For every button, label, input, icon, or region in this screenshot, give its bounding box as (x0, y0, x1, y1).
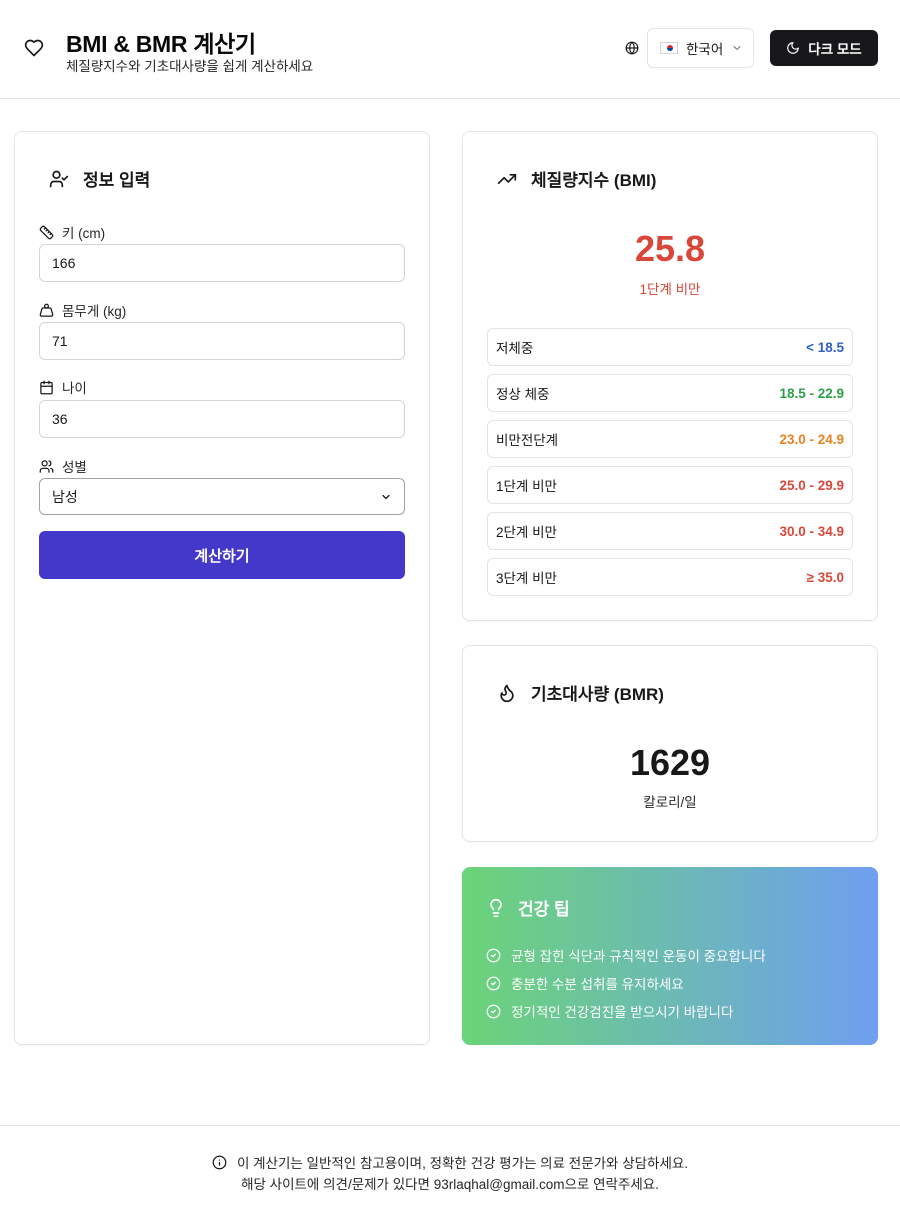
bmi-range-name: 정상 체중 (496, 387, 550, 402)
globe-icon (625, 41, 639, 55)
dark-mode-button[interactable]: 다크 모드 (770, 30, 878, 66)
info-icon (212, 1155, 227, 1169)
bmi-range-name: 저체중 (496, 341, 534, 356)
tip-text: 충분한 수분 섭취를 유지하세요 (511, 977, 684, 992)
bmr-card-title-text: 기초대사량 (BMR) (531, 685, 664, 704)
bmi-range-name: 비만전단계 (496, 433, 559, 448)
age-label: 나이 (39, 377, 87, 397)
weight-label: 몸무게 (kg) (39, 300, 126, 320)
bmi-status: 1단계 비만 (639, 282, 701, 297)
footer-disclaimer: 이 계산기는 일반적인 참고용이며, 정확한 건강 평가는 의료 전문가와 상담… (0, 1152, 900, 1172)
korea-flag-icon (660, 42, 678, 54)
bmr-card: 기초대사량 (BMR) 1629 칼로리/일 (462, 645, 878, 842)
bmi-range-value: 23.0 - 24.9 (779, 431, 844, 447)
bmi-range-name: 1단계 비만 (496, 479, 557, 494)
flame-icon (500, 684, 514, 702)
footer-disclaimer-text: 이 계산기는 일반적인 참고용이며, 정확한 건강 평가는 의료 전문가와 상담… (236, 1156, 689, 1171)
height-input[interactable] (39, 244, 405, 282)
age-input[interactable] (39, 400, 405, 438)
chevron-down-icon (733, 46, 741, 50)
lightbulb-icon (490, 898, 502, 917)
tip-item: 정기적인 건강검진을 받으시기 바랍니다 (486, 1001, 733, 1021)
check-circle-icon (486, 1004, 501, 1018)
height-label: 키 (cm) (39, 222, 105, 242)
bmi-card-title-text: 체질량지수 (BMI) (531, 171, 657, 190)
footer: 이 계산기는 일반적인 참고용이며, 정확한 건강 평가는 의료 전문가와 상담… (0, 1125, 900, 1226)
bmi-range-value: 30.0 - 34.9 (779, 523, 844, 539)
bmi-range-name: 2단계 비만 (496, 525, 557, 540)
input-card-title-text: 정보 입력 (83, 171, 151, 190)
bmi-range-value: 25.0 - 29.9 (779, 477, 844, 493)
bmi-range-row: 정상 체중 18.5 - 22.9 (487, 374, 853, 412)
chevron-down-icon (382, 494, 390, 499)
app-title: BMI & BMR 계산기 (66, 31, 256, 57)
bmi-range-row: 1단계 비만 25.0 - 29.9 (487, 466, 853, 504)
calculate-button[interactable]: 계산하기 (39, 531, 405, 579)
calendar-icon (40, 380, 53, 394)
weight-input[interactable] (39, 322, 405, 360)
bmi-card: 체질량지수 (BMI) 25.8 1단계 비만 저체중 < 18.5 정상 체중… (462, 131, 878, 621)
bmi-range-value: < 18.5 (806, 339, 844, 355)
input-card: 정보 입력 키 (cm) 몸무게 (kg) 나이 성별 남성 계산하기 (14, 131, 430, 1045)
bmr-card-title: 기초대사량 (BMR) (497, 680, 664, 705)
tip-text: 균형 잡힌 식단과 규칙적인 운동이 중요합니다 (511, 949, 766, 964)
bmr-unit: 칼로리/일 (643, 795, 697, 810)
bmi-range-row: 비만전단계 23.0 - 24.9 (487, 420, 853, 458)
tip-text: 정기적인 건강검진을 받으시기 바랍니다 (511, 1005, 734, 1020)
gender-select[interactable]: 남성 (39, 478, 405, 515)
tips-title-text: 건강 팁 (518, 900, 570, 919)
tip-item: 균형 잡힌 식단과 규칙적인 운동이 중요합니다 (486, 945, 766, 965)
tip-item: 충분한 수분 섭취를 유지하세요 (486, 973, 684, 993)
ruler-icon (39, 225, 54, 239)
check-circle-icon (486, 976, 501, 990)
gender-label: 성별 (39, 456, 87, 476)
app-subtitle: 체질량지수와 기초대사량을 쉽게 계산하세요 (66, 59, 314, 74)
bmi-range-row: 3단계 비만 ≥ 35.0 (487, 558, 853, 596)
gender-label-text: 성별 (62, 460, 87, 475)
language-label: 한국어 (686, 42, 724, 57)
app-header: BMI & BMR 계산기 체질량지수와 기초대사량을 쉽게 계산하세요 한국어… (0, 0, 900, 99)
bmi-value: 25.8 (634, 228, 706, 269)
bmi-range-value: ≥ 35.0 (806, 569, 844, 585)
gender-select-value: 남성 (52, 488, 78, 505)
weight-label-text: 몸무게 (kg) (62, 304, 127, 319)
bmi-range-name: 3단계 비만 (496, 571, 557, 586)
bmr-value: 1629 (629, 742, 711, 783)
moon-icon (787, 42, 800, 54)
heart-icon (24, 39, 44, 57)
dark-mode-label: 다크 모드 (808, 42, 862, 57)
trending-up-icon (497, 173, 517, 184)
height-label-text: 키 (cm) (62, 226, 106, 241)
user-check-icon (49, 170, 69, 187)
users-icon (39, 459, 54, 473)
bmi-card-title: 체질량지수 (BMI) (497, 166, 656, 191)
language-select[interactable]: 한국어 (647, 28, 754, 68)
tips-title: 건강 팁 (486, 895, 570, 920)
input-card-title: 정보 입력 (49, 166, 150, 191)
bmi-range-row: 저체중 < 18.5 (487, 328, 853, 366)
bmi-range-value: 18.5 - 22.9 (779, 385, 844, 401)
check-circle-icon (486, 948, 501, 962)
weight-icon (39, 303, 54, 317)
health-tips-card: 건강 팁 균형 잡힌 식단과 규칙적인 운동이 중요합니다 충분한 수분 섭취를… (462, 867, 878, 1045)
age-label-text: 나이 (62, 381, 87, 396)
bmi-range-row: 2단계 비만 30.0 - 34.9 (487, 512, 853, 550)
footer-contact: 해당 사이트에 의견/문제가 있다면 93rlaqhal@gmail.com으로… (241, 1177, 659, 1192)
